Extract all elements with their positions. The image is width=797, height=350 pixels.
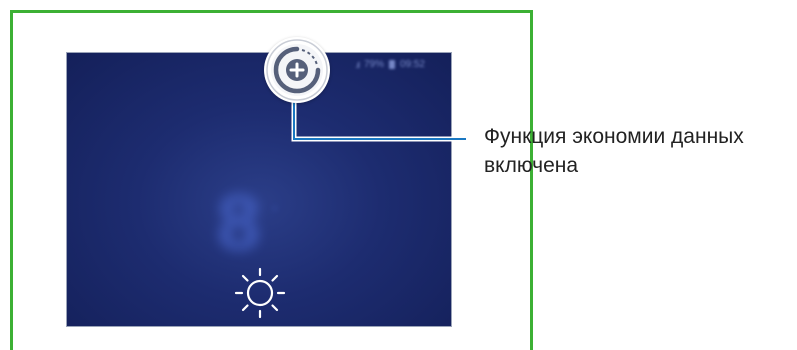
- phone-lock-screen: .ıl 79% 09:52 8 °: [66, 52, 452, 327]
- status-time: 09:52: [399, 59, 425, 70]
- battery-percent: 79%: [363, 59, 384, 70]
- callout-label: Функция экономии данных включена: [484, 122, 744, 180]
- data-saver-icon: [266, 39, 328, 101]
- signal-icon: .ıl: [354, 59, 360, 70]
- sun-icon: [234, 267, 286, 319]
- callout-label-line2: включена: [484, 154, 579, 177]
- blurred-clock: 8: [217, 178, 261, 266]
- battery-icon: [388, 60, 395, 69]
- status-bar: .ıl 79% 09:52: [355, 59, 425, 70]
- degree-mark: °: [272, 203, 278, 219]
- callout-label-line1: Функция экономии данных: [484, 125, 744, 148]
- magnifier-badge: [264, 37, 330, 103]
